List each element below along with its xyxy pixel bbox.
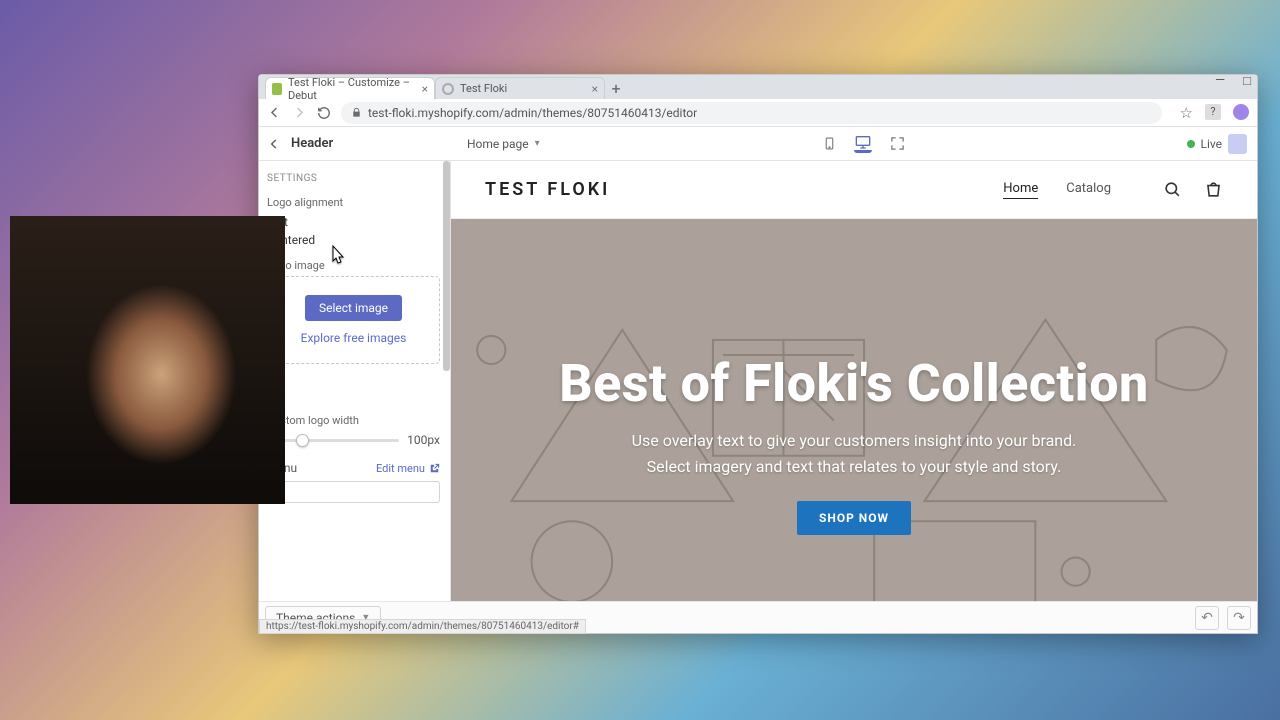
settings-heading: SETTINGS (267, 173, 440, 184)
url-text: test-floki.myshopify.com/admin/themes/80… (368, 106, 697, 120)
custom-logo-width-label: Custom logo width (267, 414, 440, 427)
settings-sidebar: SETTINGS Logo alignment Left Centered Lo… (259, 161, 451, 633)
publish-actions-button[interactable] (1228, 134, 1247, 154)
live-status-dot (1187, 140, 1195, 148)
select-image-button[interactable]: Select image (305, 295, 402, 321)
nav-reload-icon[interactable] (317, 106, 331, 120)
external-link-icon (429, 463, 440, 474)
shopify-favicon-icon (272, 83, 282, 95)
status-bar-url: https://test-floki.myshopify.com/admin/t… (259, 619, 586, 634)
help-icon[interactable]: ? (1205, 104, 1221, 120)
editor-top-bar: Header Home page ▾ Live (259, 127, 1257, 161)
bookmark-star-icon[interactable]: ☆ (1180, 104, 1193, 122)
browser-tab-active[interactable]: Test Floki – Customize – Debut × (265, 77, 435, 99)
store-logo-text: TEST FLOKI (485, 179, 610, 200)
theme-preview: TEST FLOKI Home Catalog (451, 161, 1257, 633)
logo-alignment-option-centered[interactable]: Centered (267, 231, 440, 249)
new-tab-button[interactable]: + (605, 77, 627, 99)
tab-strip: Test Floki – Customize – Debut × Test Fl… (259, 75, 1257, 99)
close-icon[interactable]: × (422, 82, 428, 96)
profile-avatar-icon[interactable] (1233, 104, 1249, 120)
logo-alignment-label: Logo alignment (267, 196, 440, 209)
close-icon[interactable]: × (592, 82, 598, 96)
hero-section: Best of Floki's Collection Use overlay t… (451, 219, 1257, 633)
favicon-icon (442, 83, 454, 95)
logo-width-slider[interactable] (267, 439, 399, 442)
device-mobile-icon[interactable] (820, 135, 838, 153)
hero-title: Best of Floki's Collection (559, 353, 1149, 414)
browser-tab[interactable]: Test Floki × (435, 77, 605, 99)
browser-window: ― □ Test Floki – Customize – Debut × Tes… (258, 74, 1258, 634)
window-maximize-icon[interactable]: □ (1243, 73, 1251, 89)
tab-title: Test Floki – Customize – Debut (288, 76, 416, 102)
cart-icon[interactable] (1204, 180, 1223, 199)
device-desktop-icon[interactable] (854, 135, 872, 153)
section-title: Header (291, 136, 333, 151)
live-label: Live (1201, 137, 1222, 151)
page-selector-label: Home page (467, 137, 529, 151)
window-minimize-icon[interactable]: ― (1215, 73, 1225, 89)
logo-image-label: Logo image (267, 259, 440, 272)
address-bar: test-floki.myshopify.com/admin/themes/80… (259, 99, 1257, 127)
editor-back-icon[interactable] (267, 137, 281, 151)
shopify-theme-editor: Header Home page ▾ Live (259, 127, 1257, 633)
store-nav-home[interactable]: Home (1003, 181, 1038, 199)
store-nav-catalog[interactable]: Catalog (1066, 181, 1111, 199)
menu-select[interactable] (267, 481, 440, 503)
redo-button[interactable]: ↷ (1227, 606, 1251, 630)
nav-forward-icon[interactable] (292, 105, 307, 120)
logo-image-dropzone[interactable]: Select image Explore free images (267, 276, 440, 364)
hero-subtitle: Use overlay text to give your customers … (632, 428, 1077, 479)
page-selector[interactable]: Home page ▾ (449, 137, 540, 151)
lock-icon (351, 107, 362, 118)
device-fullscreen-icon[interactable] (888, 135, 906, 153)
undo-button[interactable]: ↶ (1195, 606, 1219, 630)
tab-title: Test Floki (460, 82, 507, 95)
nav-back-icon[interactable] (267, 105, 282, 120)
search-icon[interactable] (1163, 180, 1182, 199)
window-controls: ― □ (1215, 73, 1251, 89)
explore-free-images-link[interactable]: Explore free images (301, 331, 407, 345)
hero-cta-button[interactable]: SHOP NOW (797, 501, 911, 535)
store-nav: Home Catalog (1003, 181, 1111, 199)
logo-alignment-option-left[interactable]: Left (267, 213, 440, 231)
url-field[interactable]: test-floki.myshopify.com/admin/themes/80… (341, 102, 1162, 124)
logo-width-value: 100px (407, 433, 440, 447)
slider-thumb[interactable] (296, 434, 309, 447)
chevron-down-icon: ▾ (535, 138, 540, 149)
store-header: TEST FLOKI Home Catalog (451, 161, 1257, 219)
edit-menu-link[interactable]: Edit menu (376, 462, 440, 475)
presenter-webcam (10, 216, 285, 504)
